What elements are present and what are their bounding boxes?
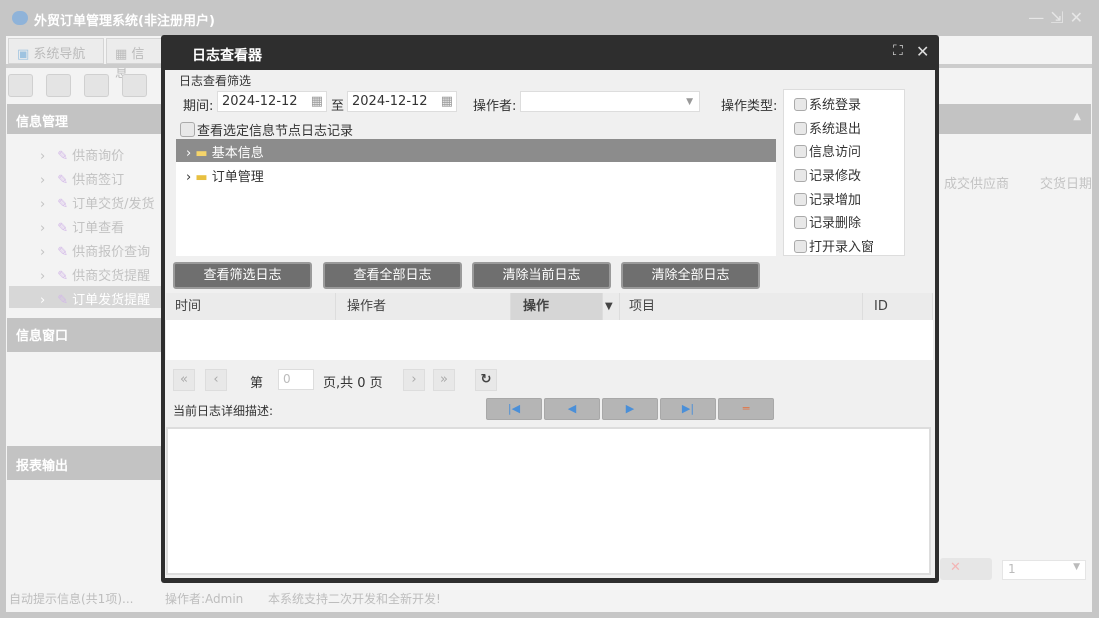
tree-node[interactable]: › ▬ 订单管理 [176,163,274,188]
next-page-icon[interactable]: › [403,369,425,391]
calendar-icon[interactable]: ▦ [441,94,453,109]
date-from-input[interactable]: 2024-12-12 ▦ [217,91,327,112]
optype-checkbox[interactable]: 记录删除 [794,212,861,231]
optype-checkbox[interactable]: 系统退出 [794,118,861,137]
to-label: 至 [331,99,345,114]
tool-icon: ✎ [57,245,69,260]
last-page-icon[interactable]: » [433,369,455,391]
app-logo [12,11,28,25]
user-tool-icon[interactable] [122,74,147,97]
prev-record-icon[interactable]: ◀ [544,398,600,420]
clear-all-log-button[interactable]: 清除全部日志 [621,262,760,289]
search-tool-icon[interactable] [8,74,33,97]
period-label: 期间: [183,99,214,114]
status-operator: 操作者:Admin [165,592,244,606]
next-record-icon[interactable]: ▶ [602,398,658,420]
optype-checkbox[interactable]: 记录修改 [794,165,861,184]
grid-col-action[interactable]: 操作 [511,293,603,320]
refresh-icon[interactable]: ↻ [475,369,497,391]
monitor-icon: ▣ [17,47,34,62]
page-prefix: 第 [250,376,264,391]
view-all-log-button[interactable]: 查看全部日志 [323,262,462,289]
minimize-icon[interactable]: — [1028,8,1050,27]
sidebar-item-selected[interactable]: › ✎ 订单发货提醒 [40,289,150,308]
status-info: 自动提示信息(共1项)... [9,592,134,606]
tree-node-selected[interactable]: › ▬ 基本信息 [176,139,776,162]
first-page-icon[interactable]: « [173,369,195,391]
tool-icon: ✎ [57,173,69,188]
dialog-close-icon[interactable]: ✕ [916,42,929,61]
operator-label: 操作者: [473,99,517,114]
grid-col-operator[interactable]: 操作者 [336,293,511,320]
page-size-select[interactable]: 1 ▼ [1002,560,1086,580]
tool-icon: ✎ [57,197,69,212]
optype-checkbox[interactable]: 系统登录 [794,94,861,113]
detail-label: 当前日志详细描述: [173,404,274,418]
close-icon[interactable]: ✕ [1070,8,1089,27]
prev-page-icon[interactable]: ‹ [205,369,227,391]
delete-icon[interactable]: ✕ [940,558,992,580]
sidebar-item[interactable]: › ✎ 供商询价 [40,145,124,164]
sidebar-section-info-mgmt[interactable]: 信息管理 [7,104,161,134]
optype-checkbox[interactable]: 信息访问 [794,141,861,160]
sidebar-section-report[interactable]: 报表输出 [7,446,161,480]
tab-system-nav[interactable]: ▣ 系统导航 [8,38,104,64]
document-tool-icon[interactable] [84,74,109,97]
folder-icon: ▬ [195,170,208,185]
grid-icon: ▦ [115,47,132,62]
grid-col-time[interactable]: 时间 [166,293,336,320]
folder-icon: ▬ [195,146,208,161]
view-filtered-log-button[interactable]: 查看筛选日志 [173,262,312,289]
grid-col-item[interactable]: 项目 [620,293,863,320]
window-controls[interactable]: —⇲✕ [1028,8,1089,27]
calendar-icon[interactable]: ▦ [311,94,323,109]
sidebar-item[interactable]: › ✎ 订单交货/发货 [40,193,155,212]
collapse-record-icon[interactable]: ═ [718,398,774,420]
date-to-input[interactable]: 2024-12-12 ▦ [347,91,457,112]
tab-info[interactable]: ▦ 信息 [106,38,166,81]
first-record-icon[interactable]: |◀ [486,398,542,420]
filter-title: 日志查看筛选 [179,74,252,88]
tool-icon: ✎ [57,221,69,236]
optype-label: 操作类型: [721,99,778,114]
tool-icon: ✎ [57,149,69,164]
sidebar-item[interactable]: › ✎ 订单查看 [40,217,124,236]
chevron-down-icon: ▼ [686,97,693,107]
node-log-checkbox[interactable]: 查看选定信息节点日志记录 [180,120,353,139]
optype-checkbox[interactable]: 打开录入窗 [794,236,874,255]
maximize-icon[interactable]: ⛶ [893,43,903,59]
app-title: 外贸订单管理系统(非注册用户) [34,14,215,29]
grid-col-id[interactable]: ID [863,293,933,320]
detail-textarea[interactable] [166,427,931,575]
tool-icon: ✎ [57,293,69,308]
tool-icon: ✎ [57,269,69,284]
status-note: 本系统支持二次开发和全新开发! [268,592,441,606]
sidebar-section-info-window[interactable]: 信息窗口 [7,318,161,352]
restore-icon[interactable]: ⇲ [1050,8,1069,27]
clear-current-log-button[interactable]: 清除当前日志 [472,262,611,289]
grid-body [166,320,933,360]
page-input[interactable]: 0 [278,369,314,390]
page-suffix: 页,共 0 页 [323,376,383,391]
sidebar-item[interactable]: › ✎ 供商报价查询 [40,241,150,260]
operator-select[interactable]: ▼ [520,91,700,112]
collapse-icon[interactable]: ▲ [1073,111,1081,122]
chevron-down-icon: ▼ [1073,562,1080,572]
column-header[interactable]: 交货日期 [1040,173,1091,192]
column-header[interactable]: 成交供应商 [944,173,1009,192]
sidebar-item[interactable]: › ✎ 供商交货提醒 [40,265,150,284]
sidebar-item[interactable]: › ✎ 供商签订 [40,169,124,188]
optype-checkbox[interactable]: 记录增加 [794,189,861,208]
last-record-icon[interactable]: ▶| [660,398,716,420]
column-menu-icon[interactable]: ▼ [603,293,620,320]
dialog-title: 日志查看器 [192,48,262,64]
list-tool-icon[interactable] [46,74,71,97]
